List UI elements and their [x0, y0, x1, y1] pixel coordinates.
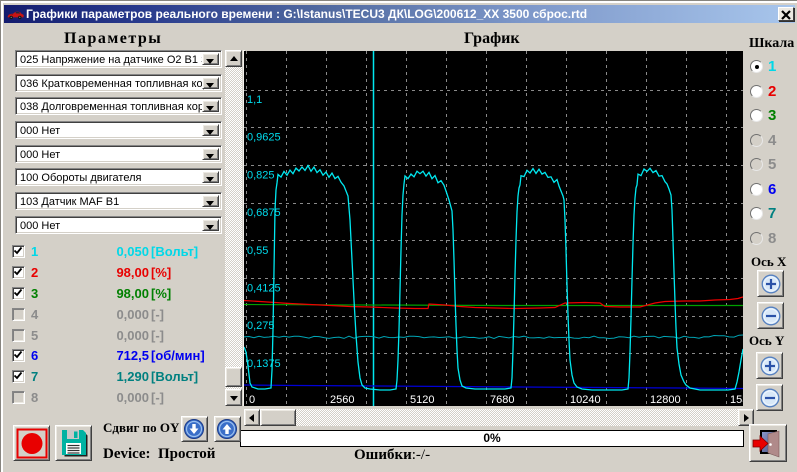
svg-text:0,825: 0,825 [247, 169, 275, 181]
svg-text:0,4125: 0,4125 [247, 283, 281, 295]
svg-text:7680: 7680 [490, 394, 514, 406]
svg-text:0,55: 0,55 [247, 245, 268, 257]
svg-text:12800: 12800 [650, 394, 681, 406]
svg-text:2560: 2560 [330, 394, 354, 406]
svg-text:10240: 10240 [570, 394, 601, 406]
svg-text:5120: 5120 [410, 394, 434, 406]
svg-text:0,9625: 0,9625 [247, 132, 281, 144]
svg-text:0,275: 0,275 [247, 320, 275, 332]
svg-text:153: 153 [730, 394, 743, 406]
svg-text:0,1375: 0,1375 [247, 358, 281, 370]
svg-text:0: 0 [249, 394, 255, 406]
svg-text:1,1: 1,1 [247, 94, 262, 106]
